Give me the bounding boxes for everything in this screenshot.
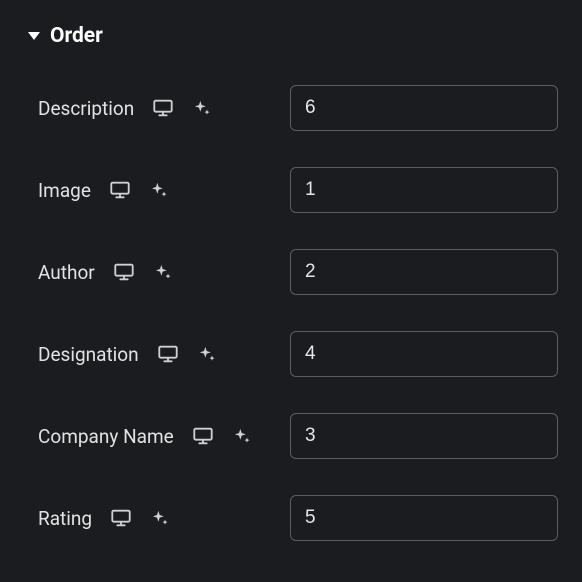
order-input-author[interactable] — [290, 249, 558, 295]
monitor-icon[interactable] — [192, 425, 214, 447]
order-input-image[interactable] — [290, 167, 558, 213]
sparkle-icon[interactable] — [232, 426, 252, 446]
sparkle-icon[interactable] — [150, 508, 170, 528]
field-row-author: Author — [38, 248, 558, 296]
monitor-icon[interactable] — [110, 507, 132, 529]
field-label-company-name: Company Name — [38, 425, 174, 448]
sparkle-icon[interactable] — [192, 98, 212, 118]
field-row-company-name: Company Name — [38, 412, 558, 460]
field-row-rating: Rating — [38, 494, 558, 542]
sparkle-icon[interactable] — [197, 344, 217, 364]
monitor-icon[interactable] — [157, 343, 179, 365]
sparkle-icon[interactable] — [153, 262, 173, 282]
fields-container: Description Image Author Designation Company… — [28, 84, 558, 542]
monitor-icon[interactable] — [113, 261, 135, 283]
order-input-company-name[interactable] — [290, 413, 558, 459]
caret-down-icon — [28, 32, 40, 40]
order-input-rating[interactable] — [290, 495, 558, 541]
monitor-icon[interactable] — [109, 179, 131, 201]
field-label-rating: Rating — [38, 507, 92, 530]
sparkle-icon[interactable] — [149, 180, 169, 200]
section-title: Order — [50, 24, 103, 48]
order-input-description[interactable] — [290, 85, 558, 131]
field-row-description: Description — [38, 84, 558, 132]
field-row-image: Image — [38, 166, 558, 214]
field-label-image: Image — [38, 179, 91, 202]
section-header[interactable]: Order — [28, 24, 558, 48]
field-row-designation: Designation — [38, 330, 558, 378]
order-input-designation[interactable] — [290, 331, 558, 377]
field-label-description: Description — [38, 97, 134, 120]
field-label-author: Author — [38, 261, 95, 284]
field-label-designation: Designation — [38, 343, 139, 366]
monitor-icon[interactable] — [152, 97, 174, 119]
